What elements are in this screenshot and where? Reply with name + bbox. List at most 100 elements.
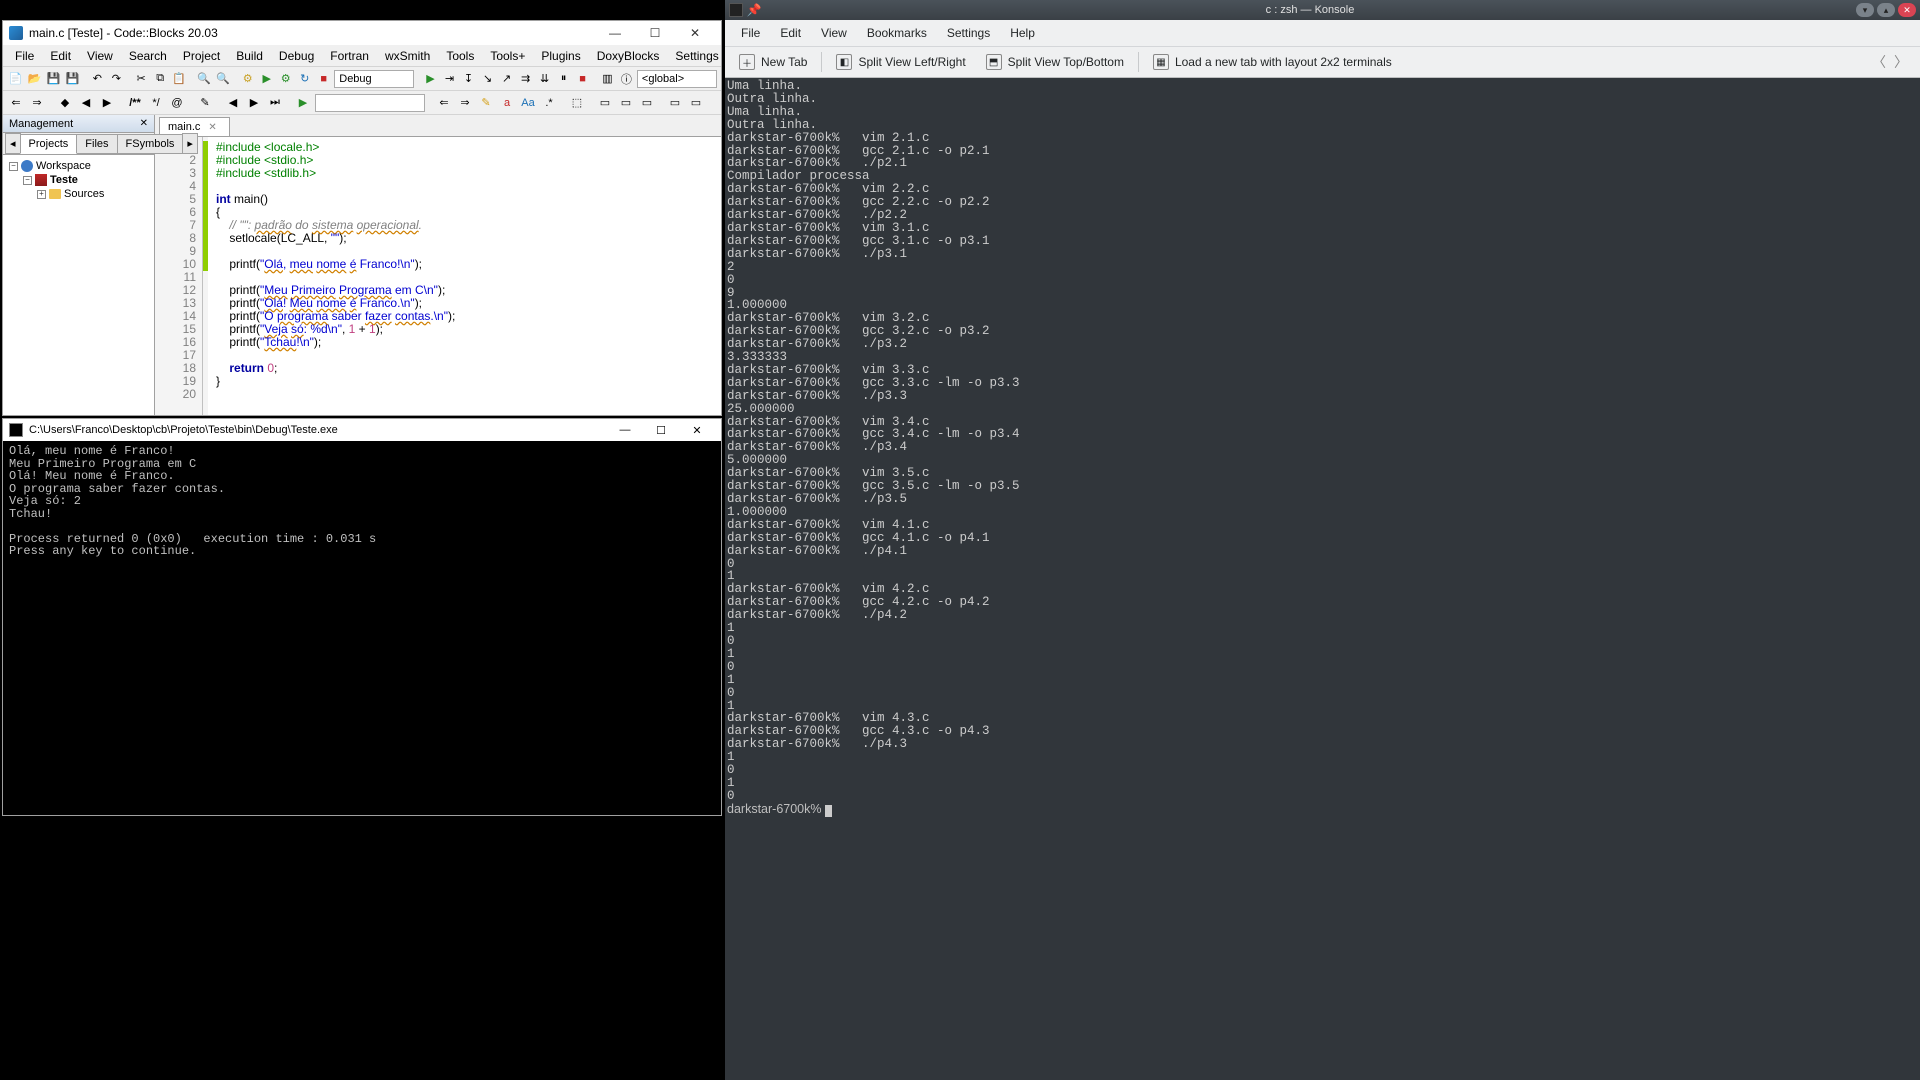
menu-doxyblocks[interactable]: DoxyBlocks [589,46,668,66]
undo-icon[interactable]: ↶ [89,70,106,88]
code-editor[interactable]: 1234567891011121314151617181920 #include… [155,137,721,415]
copy-icon[interactable]: ⧉ [152,70,169,88]
menu-search[interactable]: Search [121,46,175,66]
mgmt-tab-left-arrow[interactable]: ◂ [5,133,21,154]
menu-tools+[interactable]: Tools+ [482,46,533,66]
save-all-icon[interactable]: 💾 [64,70,81,88]
highlight-icon[interactable]: ✎ [477,94,495,112]
bookmark-next-icon[interactable]: ▶ [98,94,116,112]
close-tab-icon[interactable]: ✕ [208,122,216,133]
step-into-instr-icon[interactable]: ⇊ [536,70,553,88]
next-line-icon[interactable]: ↧ [460,70,477,88]
select-icon[interactable]: ⬚ [568,94,586,112]
konsole-menu-settings[interactable]: Settings [937,22,1000,44]
step-out-icon[interactable]: ↗ [498,70,515,88]
regex-icon[interactable]: .* [540,94,558,112]
panel1-icon[interactable]: ▭ [596,94,614,112]
konsole-terminal[interactable]: Uma linha. Outra linha. Uma linha. Outra… [725,78,1920,1080]
menu-project[interactable]: Project [175,46,228,66]
nav-prev-icon[interactable]: ◀ [224,94,242,112]
text-a-icon[interactable]: a [498,94,516,112]
konsole-menu-file[interactable]: File [731,22,770,44]
tree-collapse-icon[interactable]: − [23,176,32,185]
panel3-icon[interactable]: ▭ [638,94,656,112]
hl-prev-icon[interactable]: ⇐ [435,94,453,112]
menu-build[interactable]: Build [228,46,271,66]
console-close-button[interactable]: ✕ [679,420,715,440]
menu-settings[interactable]: Settings [667,46,726,66]
panel-close-icon[interactable]: ✕ [140,118,148,129]
tree-expand-icon[interactable]: + [37,190,46,199]
console-output[interactable]: Olá, meu nome é Franco! Meu Primeiro Pro… [3,441,721,562]
nav-last-icon[interactable]: ⏭ [266,94,284,112]
menu-fortran[interactable]: Fortran [322,46,377,66]
maximize-button[interactable]: ☐ [635,22,675,44]
split-tb-button[interactable]: ⬒Split View Top/Bottom [976,50,1134,74]
redo-icon[interactable]: ↷ [108,70,125,88]
tree-workspace[interactable]: Workspace [36,160,91,172]
console-maximize-button[interactable]: ☐ [643,420,679,440]
find-icon[interactable]: 🔍 [195,70,212,88]
panel4-icon[interactable]: ▭ [666,94,684,112]
panel5-icon[interactable]: ▭ [687,94,705,112]
minimize-button[interactable]: — [595,22,635,44]
replace-icon[interactable]: 🔍 [214,70,231,88]
bookmark-toggle-icon[interactable]: ◆ [56,94,74,112]
run-to-cursor-icon[interactable]: ⇥ [441,70,458,88]
debug-windows-icon[interactable]: ▥ [599,70,616,88]
paste-icon[interactable]: 📋 [171,70,188,88]
debug-continue-icon[interactable]: ▶ [422,70,439,88]
menu-edit[interactable]: Edit [42,46,79,66]
menu-plugins[interactable]: Plugins [533,46,588,66]
konsole-menu-view[interactable]: View [811,22,857,44]
tree-project[interactable]: Teste [50,174,78,186]
abort-icon[interactable]: ■ [315,70,332,88]
run-icon[interactable]: ▶ [258,70,275,88]
fwd-icon[interactable]: ⇒ [28,94,46,112]
mgmt-tab-projects[interactable]: Projects [20,134,78,154]
konsole-minimize-button[interactable]: ▾ [1856,3,1874,17]
konsole-menu-bookmarks[interactable]: Bookmarks [857,22,937,44]
konsole-menu-edit[interactable]: Edit [770,22,811,44]
back-icon[interactable]: ⇐ [7,94,25,112]
tab-next-icon[interactable]: 〉 [1894,52,1908,72]
new-file-icon[interactable]: 📄 [7,70,24,88]
nav-next-icon[interactable]: ▶ [245,94,263,112]
pin-icon[interactable]: 📌 [747,3,761,17]
build-run-icon[interactable]: ⚙ [277,70,294,88]
build-icon[interactable]: ⚙ [239,70,256,88]
build-target-select[interactable]: Debug [334,70,414,88]
open-file-icon[interactable]: 📂 [26,70,43,88]
mgmt-tab-fsymbols[interactable]: FSymbols [117,134,184,154]
break-icon[interactable]: ⏸ [555,70,572,88]
konsole-close-button[interactable]: ✕ [1898,3,1916,17]
project-tree[interactable]: −Workspace −Teste +Sources [3,155,154,415]
close-button[interactable]: ✕ [675,22,715,44]
menu-view[interactable]: View [79,46,121,66]
menu-debug[interactable]: Debug [271,46,322,66]
text-aa-icon[interactable]: Aa [519,94,537,112]
menu-wxsmith[interactable]: wxSmith [377,46,438,66]
info-icon[interactable]: ⓘ [618,70,635,88]
menu-file[interactable]: File [7,46,42,66]
bookmark-prev-icon[interactable]: ◀ [77,94,95,112]
console-minimize-button[interactable]: — [607,420,643,440]
tab-prev-icon[interactable]: 〈 [1872,52,1886,72]
menu-tools[interactable]: Tools [438,46,482,66]
new-tab-button[interactable]: ＋New Tab [729,50,817,74]
mgmt-tab-files[interactable]: Files [76,134,117,154]
konsole-menu-help[interactable]: Help [1000,22,1045,44]
search-combo[interactable] [315,94,425,112]
scope-select[interactable]: <global> [637,70,717,88]
panel2-icon[interactable]: ▭ [617,94,635,112]
hl-next-icon[interactable]: ⇒ [456,94,474,112]
split-lr-button[interactable]: ◧Split View Left/Right [826,50,975,74]
code-text[interactable]: #include <locale.h>#include <stdio.h>#in… [208,137,721,415]
cut-icon[interactable]: ✂ [133,70,150,88]
doxy3-icon[interactable]: @ [168,94,186,112]
cb-titlebar[interactable]: main.c [Teste] - Code::Blocks 20.03 — ☐ … [3,21,721,45]
console-titlebar[interactable]: C:\Users\Franco\Desktop\cb\Projeto\Teste… [3,419,721,441]
next-instr-icon[interactable]: ⇉ [517,70,534,88]
mgmt-tab-right-arrow[interactable]: ▸ [182,133,198,154]
load-layout-button[interactable]: ▦Load a new tab with layout 2x2 terminal… [1143,50,1402,74]
